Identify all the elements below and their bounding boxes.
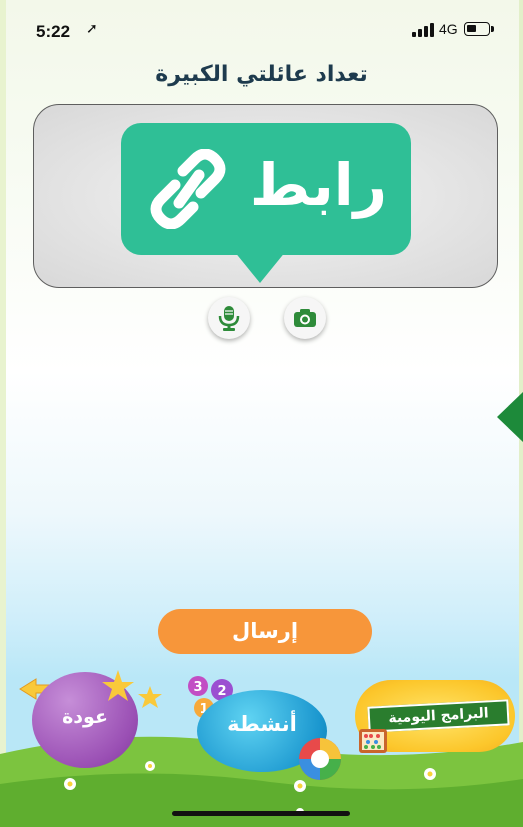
battery-icon — [464, 22, 494, 36]
image-card[interactable]: رابط — [33, 104, 498, 288]
signal-bars-icon — [412, 23, 434, 37]
camera-button[interactable] — [284, 297, 326, 339]
microphone-button[interactable] — [208, 297, 250, 339]
logo-bubble: رابط — [121, 123, 411, 255]
abacus-icon — [359, 729, 387, 753]
page-title: تعداد عائلتي الكبيرة — [155, 62, 368, 87]
location-arrow-icon: ➚ — [86, 21, 98, 37]
left-edge-decoration — [0, 0, 6, 827]
send-button[interactable]: إرسال — [158, 609, 372, 654]
network-label: 4G — [439, 21, 458, 37]
microphone-icon — [218, 306, 240, 331]
chain-link-icon — [150, 149, 226, 229]
status-bar: 5:22 ➚ 4G — [0, 0, 523, 60]
logo-bubble-tail — [234, 251, 286, 283]
camera-icon — [294, 309, 316, 327]
logo-text: رابط — [249, 151, 387, 219]
arrow-left-icon[interactable] — [497, 392, 523, 442]
activities-label: أنشطة — [227, 712, 297, 736]
svg-text:3: 3 — [193, 680, 202, 695]
status-time: 5:22 — [36, 22, 71, 41]
color-wheel-icon — [299, 738, 341, 780]
star-decoration-icon — [102, 670, 162, 708]
home-indicator[interactable] — [172, 811, 350, 816]
